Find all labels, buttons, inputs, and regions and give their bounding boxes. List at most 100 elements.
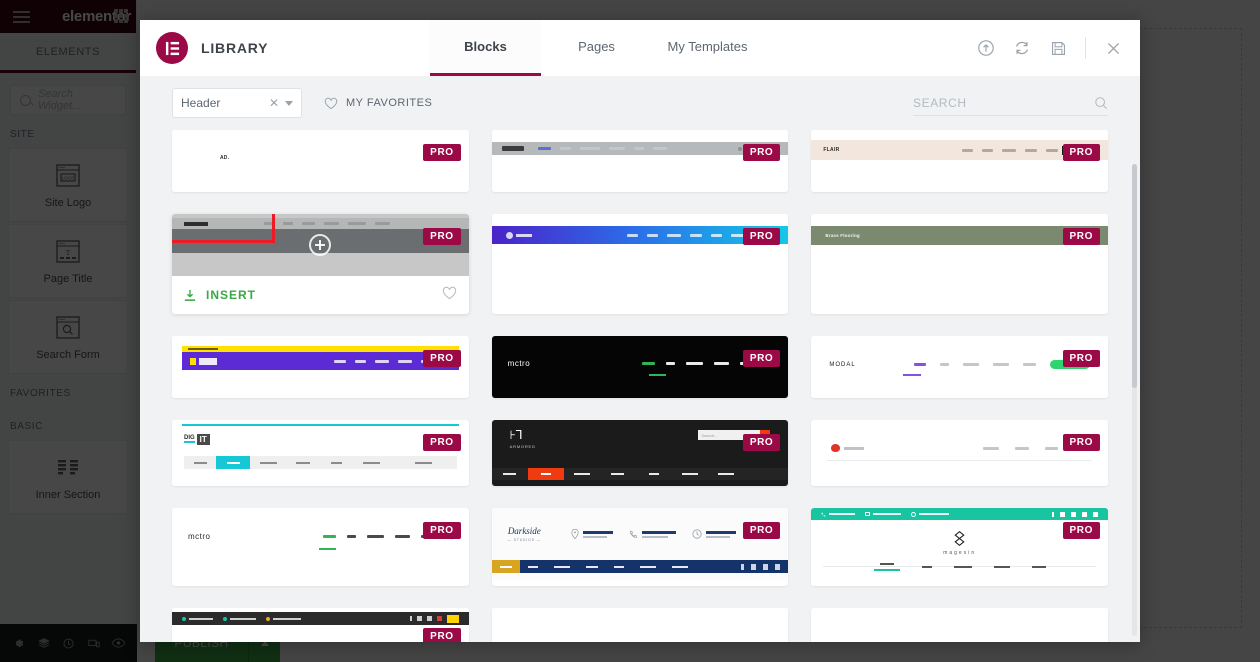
template-thumbnail: PRO [811, 420, 1108, 486]
modal-header: LIBRARY Blocks Pages My Templates [140, 20, 1140, 76]
template-grid: AD. PRO PRO FLAIR PRO PRO INSERT PRO Bra… [172, 130, 1108, 642]
template-card[interactable]: PRO [491, 214, 789, 314]
template-thumbnail: mctro PRO [491, 336, 789, 398]
template-thumbnail: AD. PRO [172, 130, 469, 192]
pro-badge: PRO [742, 228, 781, 245]
mock-header [491, 608, 789, 642]
my-favorites-label: MY FAVORITES [346, 97, 433, 109]
my-favorites-button[interactable]: MY FAVORITES [324, 97, 432, 110]
template-card[interactable]: mctro PRO [172, 508, 469, 586]
favorite-button[interactable] [442, 286, 457, 305]
template-library-modal: LIBRARY Blocks Pages My Templates Header… [140, 20, 1140, 642]
template-brand: Darkside [507, 525, 541, 536]
template-brand [501, 146, 524, 151]
mock-header: FLAIR [811, 130, 1108, 192]
template-card[interactable]: MODAL PRO [811, 336, 1108, 398]
template-brand: FLAIR [823, 147, 840, 153]
modal-title-group: LIBRARY [140, 20, 430, 76]
insert-label: INSERT [206, 288, 257, 302]
phone-icon [630, 530, 638, 538]
mock-header [811, 608, 1108, 642]
category-filter-select[interactable]: Header ✕ [172, 88, 302, 118]
modal-actions [977, 20, 1140, 76]
mock-header: Darkside — STUDIOS — [491, 508, 789, 580]
insert-button[interactable]: INSERT [172, 214, 275, 302]
pro-badge: PRO [423, 350, 461, 367]
pro-badge: PRO [1062, 522, 1100, 539]
search-icon[interactable] [1094, 96, 1108, 110]
template-brand [844, 446, 865, 450]
template-thumbnail: magesin PRO [811, 508, 1108, 586]
template-card[interactable]: DIG IT PRO [172, 420, 469, 486]
location-pin-icon [571, 529, 579, 539]
mock-header [811, 420, 1108, 486]
template-card[interactable]: ⊦⅂ ARMORED Search... PRO [491, 420, 789, 486]
upload-icon[interactable] [977, 39, 995, 57]
pro-badge: PRO [423, 228, 461, 245]
clock-icon [692, 529, 702, 539]
template-card[interactable] [491, 608, 789, 642]
filter-bar: Header ✕ MY FAVORITES [140, 76, 1140, 130]
template-brand [515, 233, 532, 237]
pro-badge: PRO [1062, 144, 1100, 161]
template-thumbnail: ⊦⅂ ARMORED Search... PRO [491, 420, 789, 486]
modal-title: LIBRARY [201, 40, 269, 56]
template-brand [184, 221, 208, 226]
pro-badge: PRO [742, 522, 781, 539]
template-thumbnail [811, 608, 1108, 642]
template-brand: DIG [184, 435, 195, 443]
category-filter-value: Header [181, 96, 221, 110]
template-brand: magesin [943, 550, 977, 556]
tab-blocks[interactable]: Blocks [430, 20, 541, 76]
elementor-logo-icon [156, 32, 188, 64]
add-template-icon[interactable] [309, 234, 332, 256]
template-card[interactable]: AD. PRO [172, 130, 469, 192]
template-card[interactable]: magesin PRO [811, 508, 1108, 586]
template-thumbnail: PRO [172, 336, 469, 398]
template-card[interactable]: mctro PRO [491, 336, 789, 398]
template-card[interactable] [811, 608, 1108, 642]
close-icon[interactable] [1104, 39, 1122, 57]
mock-header: ⊦⅂ ARMORED Search... [491, 420, 789, 486]
pro-badge: PRO [423, 144, 461, 161]
mock-header: DIG IT [172, 420, 469, 486]
mock-header [491, 130, 789, 192]
download-icon [184, 289, 196, 301]
template-brand: Brass Flooring [825, 233, 860, 238]
pro-badge: PRO [1062, 350, 1100, 367]
sync-refresh-icon[interactable] [1013, 39, 1031, 57]
template-thumbnail: FLAIR PRO [811, 130, 1108, 192]
clear-x-icon[interactable]: ✕ [269, 96, 279, 110]
mock-header [491, 214, 789, 276]
template-brand [199, 357, 217, 365]
template-card[interactable]: FLAIR PRO [811, 130, 1108, 192]
template-card[interactable]: Brass Flooring PRO [811, 214, 1108, 314]
template-card[interactable]: PRO [172, 336, 469, 398]
template-card[interactable]: Darkside — STUDIOS — PRO [491, 508, 789, 586]
action-divider [1085, 37, 1086, 59]
template-card[interactable]: PRO [491, 130, 789, 192]
save-icon[interactable] [1049, 39, 1067, 57]
mock-header: mctro [491, 336, 789, 398]
template-thumbnail: mctro PRO [172, 508, 469, 570]
scrollbar-thumb[interactable] [1132, 164, 1137, 388]
mock-header: MODAL [811, 336, 1108, 398]
template-thumbnail: DIG IT PRO [172, 420, 469, 486]
template-search[interactable] [913, 90, 1108, 116]
template-card[interactable]: PRO [811, 420, 1108, 486]
heart-icon [442, 286, 456, 299]
mock-header: AD. [172, 130, 469, 192]
pro-badge: PRO [1062, 434, 1100, 451]
template-thumbnail: Brass Flooring PRO [811, 214, 1108, 276]
template-thumbnail[interactable]: PRO [172, 214, 469, 276]
mock-header: mctro [172, 508, 469, 570]
tab-my-templates[interactable]: My Templates [652, 20, 763, 76]
template-thumbnail: PRO [491, 214, 789, 276]
template-thumbnail: PRO [491, 130, 789, 192]
template-thumbnail: Darkside — STUDIOS — PRO [491, 508, 789, 580]
tab-pages[interactable]: Pages [541, 20, 652, 76]
pro-badge: PRO [742, 434, 781, 451]
template-card[interactable]: PRO [172, 608, 469, 642]
search-input[interactable] [913, 95, 1088, 110]
template-card-hovered[interactable]: PRO INSERT [172, 214, 469, 314]
